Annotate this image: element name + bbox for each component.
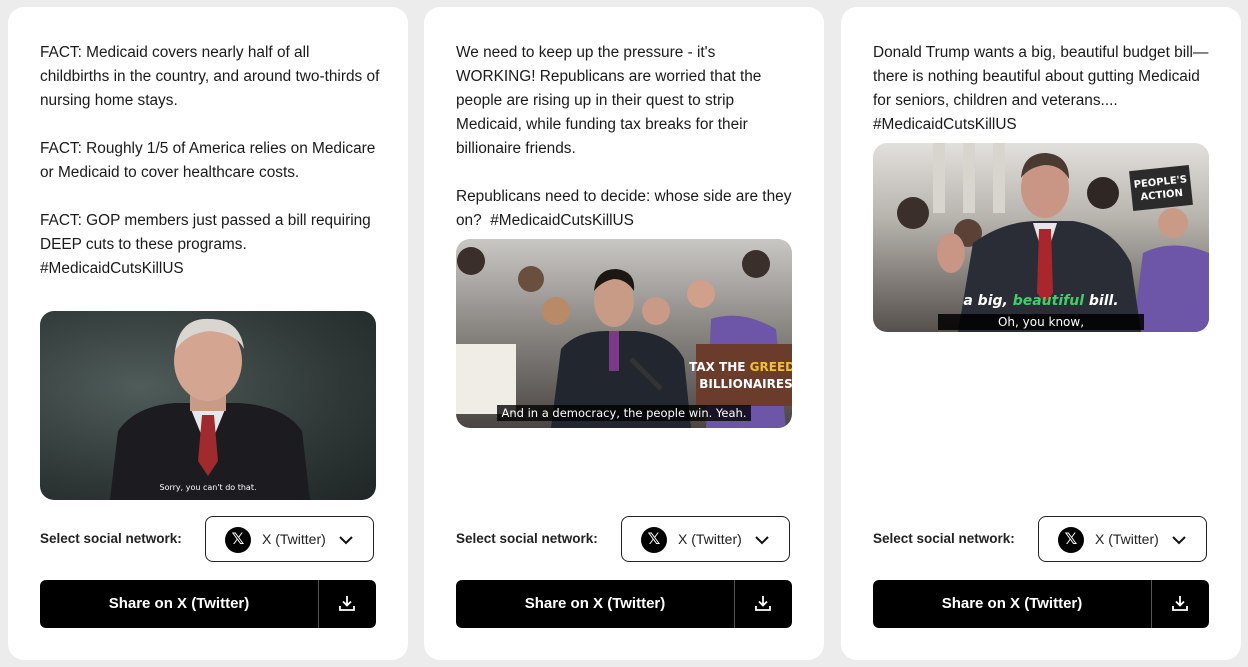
video-caption: And in a democracy, the people win. Yeah… xyxy=(456,402,792,421)
speaker-figure-image xyxy=(110,318,310,500)
protest-sign-line-2: BILLIONAIRES xyxy=(699,377,792,391)
video-caption-top: a big, beautiful bill. xyxy=(873,293,1209,309)
post-card-3: Donald Trump wants a big, beautiful budg… xyxy=(841,7,1241,660)
social-network-select[interactable]: 𝕏 X (Twitter) xyxy=(621,516,790,562)
video-thumbnail[interactable]: Sorry, you can't do that. xyxy=(40,311,376,500)
share-button[interactable]: Share on X (Twitter) xyxy=(456,580,734,628)
caption-word-highlight: beautiful xyxy=(1012,293,1084,309)
post-text: Donald Trump wants a big, beautiful budg… xyxy=(873,44,1209,133)
video-thumbnail[interactable]: TAX THE GREEDY BILLIONAIRES And in a dem… xyxy=(456,239,792,428)
download-icon xyxy=(755,596,771,611)
protest-sign-line-1: TAX THE GREEDY xyxy=(689,360,792,374)
post-card-2: We need to keep up the pressure - it's W… xyxy=(424,7,824,660)
share-bar: Share on X (Twitter) xyxy=(40,580,376,628)
social-network-select[interactable]: 𝕏 X (Twitter) xyxy=(1038,516,1207,562)
video-caption-text: And in a democracy, the people win. Yeah… xyxy=(497,405,751,421)
social-network-select[interactable]: 𝕏 X (Twitter) xyxy=(205,516,374,562)
download-button[interactable] xyxy=(735,580,792,628)
caption-word-1: a big, xyxy=(963,293,1008,309)
chevron-down-icon xyxy=(755,536,769,545)
post-text: FACT: Medicaid covers nearly half of all… xyxy=(40,44,380,277)
post-text: We need to keep up the pressure - it's W… xyxy=(456,44,792,229)
x-logo-icon: 𝕏 xyxy=(225,527,251,553)
chevron-down-icon xyxy=(1172,536,1186,545)
download-icon xyxy=(1172,596,1188,611)
video-caption: Sorry, you can't do that. xyxy=(159,483,257,492)
download-button[interactable] xyxy=(319,580,376,628)
caption-word-3: bill. xyxy=(1088,293,1119,309)
x-logo-icon: 𝕏 xyxy=(1058,527,1084,553)
share-bar: Share on X (Twitter) xyxy=(873,580,1209,628)
chevron-down-icon xyxy=(339,536,353,545)
download-icon xyxy=(339,596,355,611)
download-button[interactable] xyxy=(1152,580,1209,628)
share-button[interactable]: Share on X (Twitter) xyxy=(873,580,1151,628)
video-thumbnail[interactable]: PEOPLE'S ACTION a big, beautiful bill. O… xyxy=(873,143,1209,332)
select-network-label: Select social network: xyxy=(456,531,598,546)
video-caption: Oh, you know, xyxy=(873,311,1209,330)
share-bar: Share on X (Twitter) xyxy=(456,580,792,628)
selected-network: X (Twitter) xyxy=(1095,531,1159,547)
rally-crowd-image: TAX THE GREEDY BILLIONAIRES xyxy=(456,247,792,428)
selected-network: X (Twitter) xyxy=(262,531,326,547)
selected-network: X (Twitter) xyxy=(678,531,742,547)
video-caption-text: Oh, you know, xyxy=(937,314,1145,330)
post-card-1: FACT: Medicaid covers nearly half of all… xyxy=(8,7,408,660)
select-network-label: Select social network: xyxy=(40,531,182,546)
select-network-label: Select social network: xyxy=(873,531,1015,546)
share-button[interactable]: Share on X (Twitter) xyxy=(40,580,318,628)
x-logo-icon: 𝕏 xyxy=(641,527,667,553)
